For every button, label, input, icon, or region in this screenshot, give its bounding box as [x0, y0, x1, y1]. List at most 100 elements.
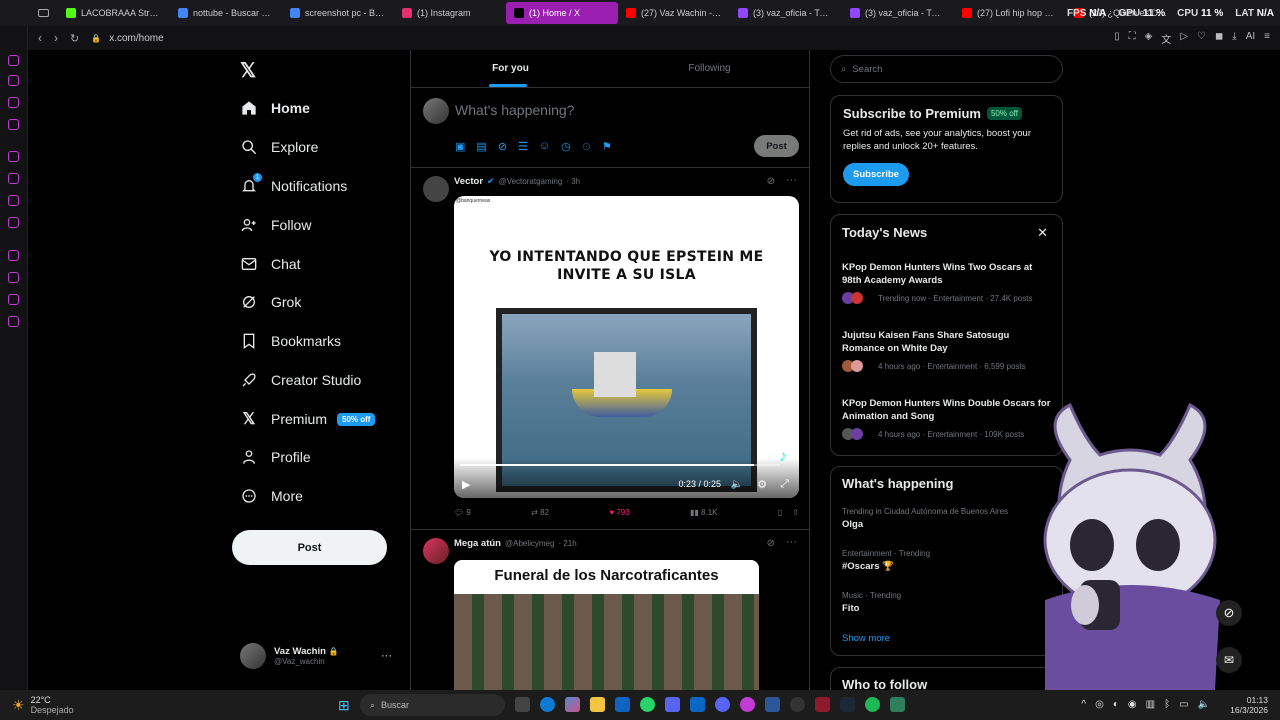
views-button[interactable]: ▮▮ 8.1K	[690, 508, 718, 517]
bluetooth-icon[interactable]: ᛒ	[1164, 699, 1170, 710]
repost-button[interactable]: ⇄ 82	[531, 508, 549, 517]
tray-icon[interactable]: ◎	[1095, 699, 1104, 710]
sidebar-cube-icon[interactable]	[8, 294, 19, 305]
heart-icon[interactable]: ♡	[1197, 31, 1206, 46]
grok-icon[interactable]: ⊘	[498, 140, 507, 153]
sidebar-clock-icon[interactable]	[8, 272, 19, 283]
play-icon[interactable]: ▷	[1180, 31, 1188, 46]
browser-tab[interactable]: (1) Home / X	[506, 2, 618, 24]
sidebar-whatsapp-icon[interactable]	[8, 173, 19, 184]
app-icon[interactable]	[815, 697, 830, 712]
browser-tab[interactable]: (27) Vaz Wachin - Yo	[618, 2, 730, 24]
x-logo-icon[interactable]: 𝕏	[240, 58, 256, 83]
gif-icon[interactable]: ▤	[476, 140, 486, 153]
tweet-video[interactable]: @banquerneas YO INTENTANDO QUE EPSTEIN M…	[454, 196, 799, 498]
volume-icon[interactable]: 🔈	[731, 479, 743, 490]
word-icon[interactable]	[765, 697, 780, 712]
trend-item[interactable]: Music · Trending Fito	[842, 591, 1052, 615]
nav-item-creator-studio[interactable]: Creator Studio	[240, 362, 361, 398]
browser-tab[interactable]: LACOBRAAA Stream	[58, 2, 170, 24]
whatsapp-icon[interactable]	[640, 697, 655, 712]
ai-icon[interactable]: AI	[1246, 31, 1255, 46]
more-options-icon[interactable]: ···	[786, 174, 797, 186]
tweet[interactable]: Mega atún @Abelicymeg · 21h ⊘ ··· Funera…	[411, 530, 809, 690]
grok-icon[interactable]: ⊘	[767, 176, 775, 187]
app-icon[interactable]	[890, 697, 905, 712]
more-options-icon[interactable]: ···	[381, 650, 392, 662]
nav-item-grok[interactable]: Grok	[240, 284, 301, 320]
bookmark-icon[interactable]: ▯	[1114, 31, 1120, 46]
nav-item-premium[interactable]: 𝕏 Premium 50% off	[240, 401, 376, 437]
sidebar-app-icon[interactable]	[8, 97, 19, 108]
sidebar-settings-icon[interactable]	[8, 316, 19, 327]
messages-float-icon[interactable]: ✉	[1216, 647, 1242, 673]
image-icon[interactable]: ▣	[455, 140, 465, 153]
tray-icon[interactable]: ◐	[1113, 699, 1119, 710]
avatar[interactable]	[423, 538, 449, 564]
edge-icon[interactable]	[540, 697, 555, 712]
news-item[interactable]: KPop Demon Hunters Wins Two Oscars at 98…	[842, 261, 1052, 304]
tray-icon[interactable]: ◉	[1128, 699, 1137, 710]
news-item[interactable]: Jujutsu Kaisen Fans Share Satosugu Roman…	[842, 329, 1052, 372]
chevron-up-icon[interactable]: ^	[1081, 699, 1086, 710]
translate-icon[interactable]: 文	[1161, 31, 1171, 46]
share-icon[interactable]: ⇧	[792, 508, 799, 517]
reload-icon[interactable]: ↻	[70, 32, 79, 45]
sidebar-x-icon[interactable]	[8, 195, 19, 206]
tab-for-you[interactable]: For you	[411, 50, 610, 87]
composer-post-button[interactable]: Post	[754, 135, 799, 157]
nav-item-profile[interactable]: Profile	[240, 439, 311, 475]
obs-icon[interactable]	[790, 697, 805, 712]
tweet-author[interactable]: Vector	[454, 176, 483, 187]
settings-icon[interactable]: ⚙	[757, 478, 767, 491]
nav-item-follow[interactable]: Follow	[240, 207, 311, 243]
nav-item-explore[interactable]: Explore	[240, 129, 318, 165]
subscribe-button[interactable]: Subscribe	[843, 163, 909, 186]
volume-icon[interactable]: 🔈	[1198, 699, 1210, 710]
back-icon[interactable]: ‹	[38, 31, 42, 45]
sidebar-app-icon[interactable]	[8, 55, 19, 66]
file-explorer-icon[interactable]	[590, 697, 605, 712]
weather-widget[interactable]: ☀ 22°C Despejado	[12, 695, 74, 715]
tray-icon[interactable]: ▥	[1146, 699, 1155, 710]
fullscreen-icon[interactable]: ⤢	[780, 478, 789, 491]
browser-tab[interactable]: (3) vaz_oficia - Twitc	[730, 2, 842, 24]
forward-icon[interactable]: ›	[54, 31, 58, 45]
browser-tab[interactable]: (3) vaz_oficia - Twitc	[842, 2, 954, 24]
app-icon[interactable]	[690, 697, 705, 712]
task-view-icon[interactable]	[515, 697, 530, 712]
sidebar-app-icon[interactable]	[8, 250, 19, 261]
account-switcher[interactable]: Vaz Wachin 🔒 @Vaz_wachin ···	[240, 640, 400, 672]
tweet-time[interactable]: · 3h	[566, 177, 580, 186]
tab-manager-icon[interactable]	[28, 9, 58, 17]
clock[interactable]: 01:13 16/3/2026	[1230, 695, 1268, 715]
avatar[interactable]	[423, 176, 449, 202]
show-more-link[interactable]: Show more	[842, 633, 890, 644]
play-icon[interactable]: ▶	[462, 478, 470, 491]
trend-item[interactable]: Entertainment · Trending #Oscars 🏆	[842, 549, 1052, 573]
nav-item-more[interactable]: More	[240, 478, 303, 514]
sidebar-twitch-icon[interactable]	[8, 151, 19, 162]
search-input[interactable]: ⌕ Search	[830, 55, 1063, 83]
tweet[interactable]: Vector ✔ @Vectoratgaming · 3h ⊘ ··· @ban…	[411, 168, 809, 530]
more-options-icon[interactable]: ···	[786, 536, 797, 548]
nav-item-bookmarks[interactable]: Bookmarks	[240, 323, 341, 359]
emoji-icon[interactable]: ☺	[539, 140, 550, 153]
tweet-handle[interactable]: @Vectoratgaming	[499, 177, 563, 186]
discord-icon[interactable]	[665, 697, 680, 712]
steam-icon[interactable]	[840, 697, 855, 712]
grok-icon[interactable]: ⊘	[767, 538, 775, 549]
copilot-icon[interactable]	[565, 697, 580, 712]
taskbar-search[interactable]: ⌕ Buscar	[360, 694, 505, 716]
news-item[interactable]: KPop Demon Hunters Wins Double Oscars fo…	[842, 397, 1052, 440]
close-icon[interactable]: ✕	[1037, 225, 1048, 241]
browser-tab[interactable]: (27) Lofi hip hop bea	[954, 2, 1066, 24]
menu-icon[interactable]: ≡	[1264, 31, 1270, 46]
tweet-handle[interactable]: @Abelicymeg	[505, 539, 554, 548]
browser-tab[interactable]: (1) Instagram	[394, 2, 506, 24]
nav-item-home[interactable]: Home	[240, 90, 310, 126]
download-icon[interactable]: ⤓	[1232, 31, 1236, 46]
spotify-icon[interactable]	[865, 697, 880, 712]
tab-following[interactable]: Following	[610, 50, 809, 87]
browser-tab[interactable]: nottube - Buscar con	[170, 2, 282, 24]
